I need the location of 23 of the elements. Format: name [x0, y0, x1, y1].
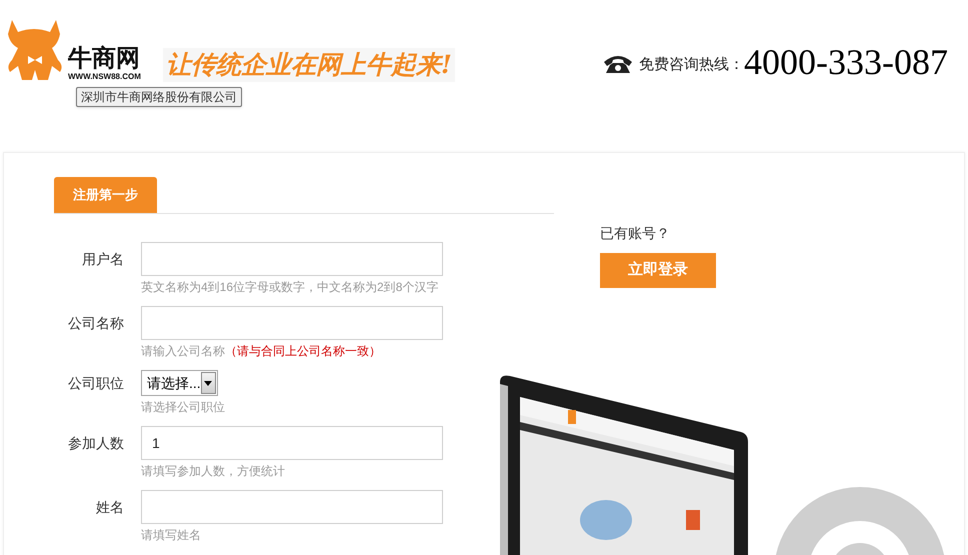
logo-url: WWW.NSW88.COM	[68, 72, 141, 82]
field-hint: 请填写参加人数，方便统计	[141, 464, 286, 479]
text-input-field[interactable]	[141, 242, 443, 276]
logo-name: 牛商网	[68, 46, 141, 72]
slogan-banner: 让传统企业在网上牛起来!	[162, 48, 455, 82]
field-hint: 英文名称为4到16位字母或数字，中文名称为2到8个汉字	[141, 280, 440, 295]
company-tooltip: 深圳市牛商网络股份有限公司	[76, 87, 242, 107]
field-hint: 请填写姓名	[141, 528, 202, 543]
field-hint: 请输入公司名称（请与合同上公司名称一致）	[141, 344, 382, 359]
hotline-label: 免费咨询热线：	[639, 54, 744, 74]
position-select[interactable]: 请选择...	[141, 370, 218, 396]
field-label: 公司职位	[68, 374, 124, 393]
hotline-number: 4000-333-087	[744, 42, 948, 82]
text-input-field[interactable]: 1	[141, 426, 443, 460]
text-input-field[interactable]	[141, 490, 443, 524]
text-input-field[interactable]	[141, 306, 443, 340]
field-label: 参加人数	[68, 434, 124, 453]
login-prompt: 已有账号？	[600, 224, 670, 242]
field-hint: 请选择公司职位	[141, 400, 225, 415]
field-label: 用户名	[82, 250, 124, 269]
field-label: 公司名称	[68, 314, 124, 333]
telephone-icon	[603, 54, 634, 74]
field-label: 姓名	[96, 498, 124, 517]
